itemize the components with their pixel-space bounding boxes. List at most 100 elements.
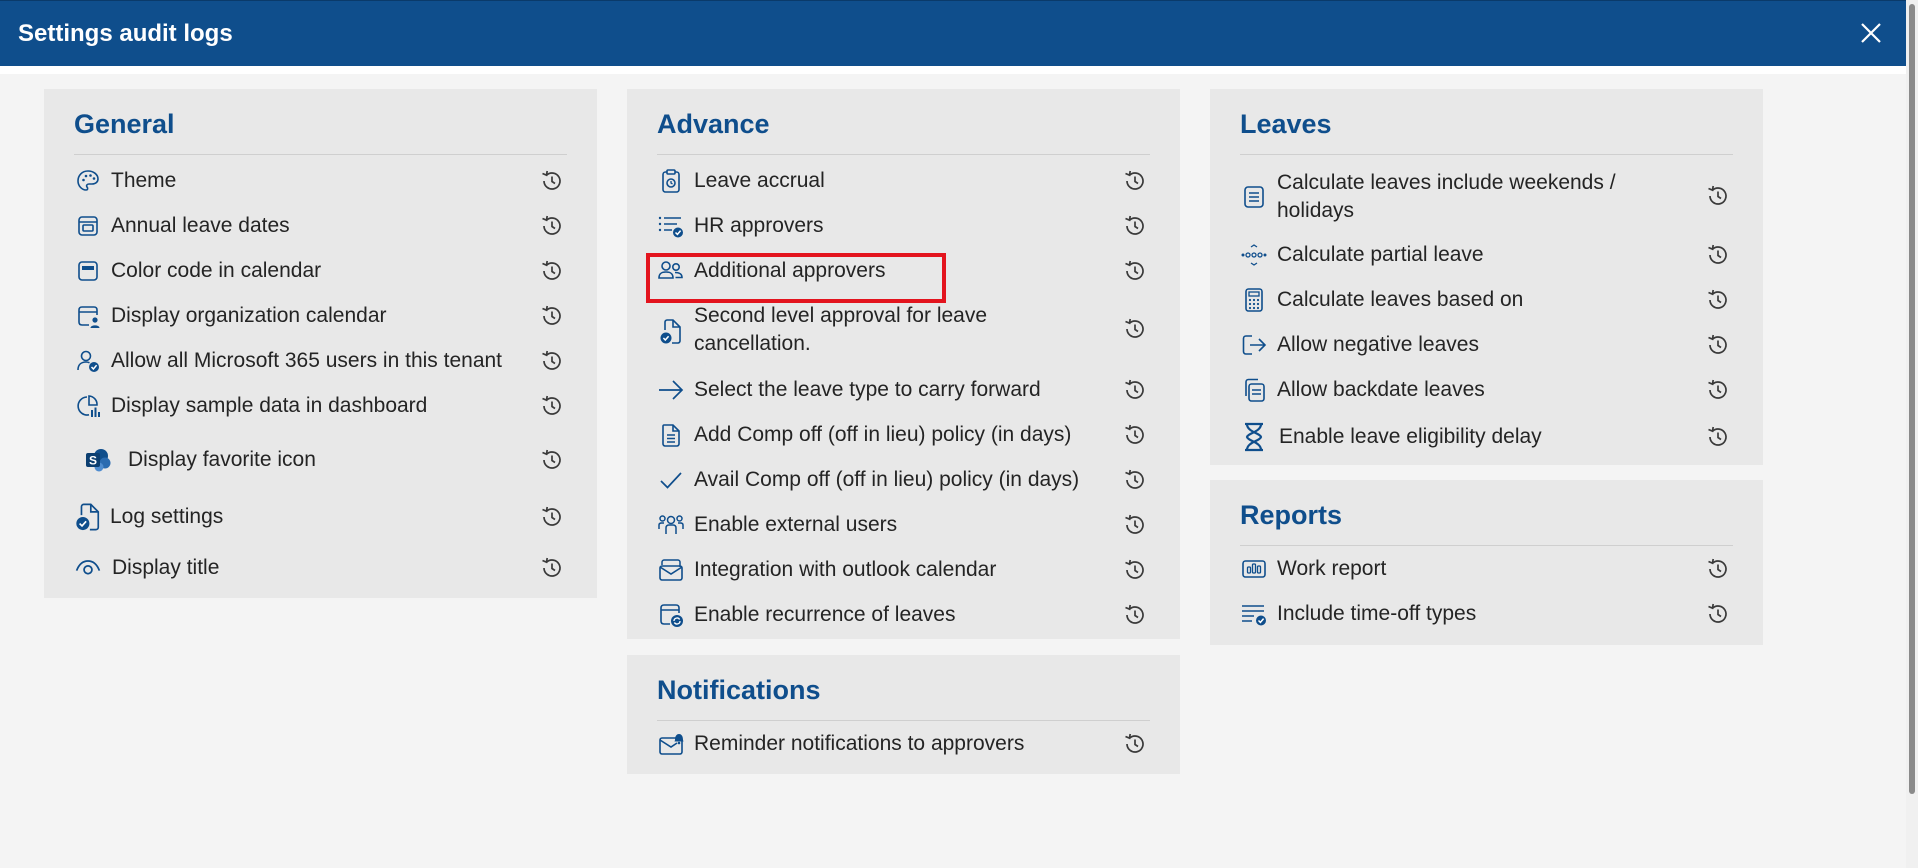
item-label-line1: Second level approval for leave [694,304,988,327]
advance-item-carry-forward[interactable]: Select the leave type to carry forward [657,376,1150,404]
leaves-item-backdate[interactable]: Allow backdate leaves [1240,376,1733,404]
palette-icon [74,167,102,195]
section-title-general: General [74,107,567,155]
person-check-icon [74,347,102,375]
calendar-person-icon [74,302,102,330]
general-item-theme[interactable]: Theme [74,167,567,195]
item-label: Calculate leaves based on [1277,288,1524,311]
general-item-allow-m365-users[interactable]: Allow all Microsoft 365 users in this te… [74,347,567,375]
item-label: Integration with outlook calendar [694,558,997,581]
history-icon[interactable] [1122,512,1148,538]
leaves-item-partial-leave[interactable]: Calculate partial leave [1240,241,1733,269]
history-icon[interactable] [1705,242,1731,268]
leaves-item-negative-leaves[interactable]: Allow negative leaves [1240,331,1733,359]
vertical-scrollbar[interactable] [1906,0,1918,868]
history-icon[interactable] [1122,316,1148,342]
leaves-item-eligibility-delay[interactable]: Enable leave eligibility delay [1240,422,1733,452]
general-item-color-code[interactable]: Color code in calendar [74,257,567,285]
history-icon[interactable] [1122,602,1148,628]
history-icon[interactable] [539,393,565,419]
history-icon[interactable] [1122,213,1148,239]
general-item-display-title[interactable]: Display title [74,554,567,582]
clipboard-icon [657,167,685,195]
item-label: Allow backdate leaves [1277,378,1485,401]
general-section: General Theme Annual leave dates Color c… [44,89,597,598]
checkmark-icon [657,466,685,494]
history-icon[interactable] [539,447,565,473]
general-item-favorite-icon[interactable]: S Display favorite icon [74,446,567,474]
item-label-line2: cancellation. [694,332,811,355]
item-label: Enable leave eligibility delay [1279,425,1542,448]
advance-item-external-users[interactable]: Enable external users [657,511,1150,539]
header-divider [0,66,1906,74]
leaves-item-based-on[interactable]: Calculate leaves based on [1240,286,1733,314]
history-icon[interactable] [1122,467,1148,493]
history-icon[interactable] [539,555,565,581]
notifications-item-reminder[interactable]: Reminder notifications to approvers [657,730,1150,758]
item-label-line2: holidays [1277,199,1355,222]
advance-item-recurrence[interactable]: Enable recurrence of leaves [657,601,1150,629]
reports-item-time-off-types[interactable]: Include time-off types [1240,600,1733,628]
history-icon[interactable] [1122,557,1148,583]
arrow-right-icon [657,376,685,404]
hourglass-icon [1240,422,1268,452]
history-icon[interactable] [539,303,565,329]
history-icon[interactable] [539,258,565,284]
people-team-icon [657,511,685,539]
list-check-icon [657,212,685,240]
history-icon[interactable] [1122,731,1148,757]
advance-section: Advance Leave accrual HR approvers Addit… [627,89,1180,639]
history-icon[interactable] [1705,183,1731,209]
eye-icon [74,554,102,582]
copy-icon [1240,376,1268,404]
item-label: Include time-off types [1277,602,1477,625]
leaves-section: Leaves Calculate leaves include weekends… [1210,89,1763,465]
history-icon[interactable] [1122,377,1148,403]
document-check-icon [657,318,685,346]
history-icon[interactable] [1705,287,1731,313]
history-icon[interactable] [1705,601,1731,627]
history-icon[interactable] [539,213,565,239]
calendar-color-icon [74,257,102,285]
dialog-header: Settings audit logs [0,0,1906,67]
advance-item-second-level-approval[interactable]: Second level approval for leave cancella… [657,302,1150,358]
calendar-sync-icon [657,601,685,629]
advance-item-outlook-integration[interactable]: Integration with outlook calendar [657,556,1150,584]
history-icon[interactable] [539,504,565,530]
item-label: Add Comp off (off in lieu) policy (in da… [694,423,1072,446]
history-icon[interactable] [539,348,565,374]
advance-item-hr-approvers[interactable]: HR approvers [657,212,1150,240]
notifications-section: Notifications Reminder notifications to … [627,655,1180,774]
history-icon[interactable] [539,168,565,194]
advance-item-leave-accrual[interactable]: Leave accrual [657,167,1150,195]
close-icon[interactable] [1856,18,1886,48]
item-label: Calculate partial leave [1277,243,1484,266]
general-item-org-calendar[interactable]: Display organization calendar [74,302,567,330]
advance-item-add-comp-off[interactable]: Add Comp off (off in lieu) policy (in da… [657,421,1150,449]
item-label: HR approvers [694,214,824,237]
item-label: Display sample data in dashboard [111,394,428,417]
section-title-notifications: Notifications [657,673,1150,721]
list-check-icon [1240,600,1268,628]
history-icon[interactable] [1705,377,1731,403]
scrollbar-thumb[interactable] [1909,4,1915,794]
highlight-box [646,253,946,303]
reports-item-work-report[interactable]: Work report [1240,555,1733,583]
leaves-item-weekends-holidays[interactable]: Calculate leaves include weekends / holi… [1240,169,1733,225]
history-icon[interactable] [1705,424,1731,450]
general-item-annual-leave-dates[interactable]: Annual leave dates [74,212,567,240]
item-label: Leave accrual [694,169,825,192]
advance-item-avail-comp-off[interactable]: Avail Comp off (off in lieu) policy (in … [657,466,1150,494]
history-icon[interactable] [1705,332,1731,358]
item-label: Enable external users [694,513,898,536]
general-item-sample-data[interactable]: Display sample data in dashboard [74,392,567,420]
item-label: Second level approval for leave cancella… [694,302,987,358]
history-icon[interactable] [1122,258,1148,284]
section-title-leaves: Leaves [1240,107,1733,155]
item-label: Reminder notifications to approvers [694,732,1025,755]
general-item-log-settings[interactable]: Log settings [74,503,567,531]
item-label: Log settings [110,505,224,528]
history-icon[interactable] [1705,556,1731,582]
history-icon[interactable] [1122,168,1148,194]
history-icon[interactable] [1122,422,1148,448]
